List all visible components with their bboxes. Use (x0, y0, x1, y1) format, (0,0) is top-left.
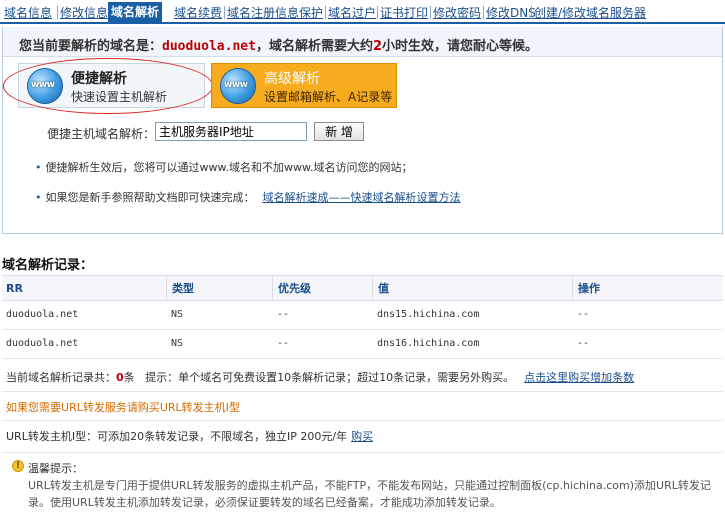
divider (2, 420, 723, 421)
warm-tip-body: URL转发主机是专门用于提供URL转发服务的虚拟主机产品，不能FTP，不能发布网… (28, 479, 711, 509)
cell-rr: duoduola.net (6, 338, 79, 349)
tab-name-servers[interactable]: 创建/修改域名服务器 (534, 4, 646, 24)
nav-separator (483, 6, 484, 19)
top-nav: 域名信息 修改信息 域名解析 域名续费 域名注册信息保护 域名过户 证书打印 修… (0, 0, 725, 24)
divider (2, 391, 723, 392)
notice-text: 您当前要解析的域名是：duoduola.net，域名解析需要大约2小时生效，请您… (19, 35, 538, 54)
column-header-value: 值 (372, 276, 389, 300)
domain-notice: 您当前要解析的域名是：duoduola.net，域名解析需要大约2小时生效，请您… (3, 27, 722, 57)
globe-www-icon: www (220, 68, 256, 104)
nav-separator (224, 6, 225, 19)
summary-unit: 条 (123, 371, 135, 384)
tab-privacy-protection[interactable]: 域名注册信息保护 (227, 4, 323, 24)
table-row: duoduola.net NS -- dns15.hichina.com -- (2, 301, 723, 330)
records-table: RR 类型 优先级 值 操作 duoduola.net NS -- dns15.… (2, 275, 723, 359)
cell-priority: -- (277, 338, 290, 349)
tab-modify-info[interactable]: 修改信息 (60, 4, 108, 24)
table-row: duoduola.net NS -- dns16.hichina.com -- (2, 330, 723, 359)
nav-separator (531, 6, 532, 19)
tip-help-doc: • 如果您是新手参照帮助文档即可快速完成： 域名解析速成——快速域名解析设置方法 (35, 189, 461, 205)
column-header-priority: 优先级 (272, 276, 311, 300)
effective-hours: 2 (372, 39, 382, 54)
tab-transfer[interactable]: 域名过户 (328, 4, 376, 24)
summary-prefix: 当前域名解析记录共： (6, 371, 116, 384)
advanced-resolve-title: 高级解析 (264, 71, 320, 87)
nav-separator (57, 6, 58, 19)
column-header-rr: RR (6, 282, 23, 295)
tip-text: 如果您是新手参照帮助文档即可快速完成： (45, 191, 255, 204)
cell-priority: -- (277, 309, 290, 320)
url-forward-text: URL转发主机I型：可添加20条转发记录，不限域名，独立IP 200元/年 (6, 430, 348, 443)
current-domain: duoduola.net (162, 39, 256, 54)
notice-prefix: 您当前要解析的域名是： (19, 39, 163, 54)
warning-icon: ! (12, 460, 24, 472)
tip-quick-resolve: • 便捷解析生效后，您将可以通过www.域名和不加www.域名访问您的网站； (35, 159, 412, 175)
dns-resolve-panel: 您当前要解析的域名是：duoduola.net，域名解析需要大约2小时生效，请您… (2, 27, 723, 234)
tab-certificate-print[interactable]: 证书打印 (380, 4, 428, 24)
url-forward-offer: URL转发主机I型：可添加20条转发记录，不限域名，独立IP 200元/年 购买 (6, 428, 373, 444)
nav-separator (325, 6, 326, 19)
column-header-action: 操作 (572, 276, 600, 300)
advanced-resolve-option[interactable]: www 高级解析 设置邮箱解析、A记录等 (211, 63, 397, 108)
cell-type: NS (171, 309, 184, 320)
tab-modify-dns[interactable]: 修改DNS (486, 4, 536, 24)
tab-change-password[interactable]: 修改密码 (433, 4, 481, 24)
highlight-ellipse (3, 58, 213, 114)
cell-type: NS (171, 338, 184, 349)
host-ip-input[interactable] (155, 122, 307, 141)
cell-action: -- (577, 338, 590, 349)
tab-domain-dns-resolve[interactable]: 域名解析 (108, 2, 163, 24)
records-title: 域名解析记录： (2, 258, 94, 273)
records-summary: 当前域名解析记录共：0条 提示：单个域名可免费设置10条解析记录；超过10条记录… (6, 369, 634, 385)
tip-text: 便捷解析生效后，您将可以通过www.域名和不加www.域名访问您的网站； (45, 161, 413, 174)
add-record-button[interactable]: 新 增 (314, 122, 364, 141)
tab-domain-info[interactable]: 域名信息 (4, 4, 52, 24)
notice-middle: ，域名解析需要大约 (255, 39, 373, 54)
buy-more-records-link[interactable]: 点击这里购买增加条数 (524, 371, 634, 384)
notice-suffix: 小时生效，请您耐心等候。 (382, 39, 539, 54)
advanced-resolve-subtitle: 设置邮箱解析、A记录等 (264, 90, 393, 104)
cell-action: -- (577, 309, 590, 320)
cell-rr: duoduola.net (6, 309, 79, 320)
table-header-row: RR 类型 优先级 值 操作 (2, 275, 723, 301)
url-forward-notice: 如果您需要URL转发服务请购买URL转发主机I型 (6, 401, 240, 414)
warm-tip-box: ! 温馨提示： URL转发主机是专门用于提供URL转发服务的虚拟主机产品，不能F… (2, 452, 723, 516)
cell-value: dns15.hichina.com (377, 309, 480, 320)
globe-label: www (224, 80, 248, 90)
tab-renew[interactable]: 域名续费 (174, 4, 222, 24)
bullet-icon: • (35, 161, 42, 174)
buy-url-forward-link[interactable]: 购买 (351, 430, 373, 443)
column-header-type: 类型 (166, 276, 194, 300)
help-doc-link[interactable]: 域名解析速成——快速域名解析设置方法 (263, 191, 461, 204)
nav-separator (377, 6, 378, 19)
warm-tip-title: 温馨提示： (28, 462, 83, 475)
cell-value: dns16.hichina.com (377, 338, 480, 349)
bullet-icon: • (35, 191, 42, 204)
record-count: 0 (116, 371, 124, 384)
host-resolve-label: 便捷主机域名解析： (47, 127, 156, 141)
summary-hint: 提示：单个域名可免费设置10条解析记录；超过10条记录，需要另外购买。 (145, 371, 515, 384)
nav-separator (430, 6, 431, 19)
